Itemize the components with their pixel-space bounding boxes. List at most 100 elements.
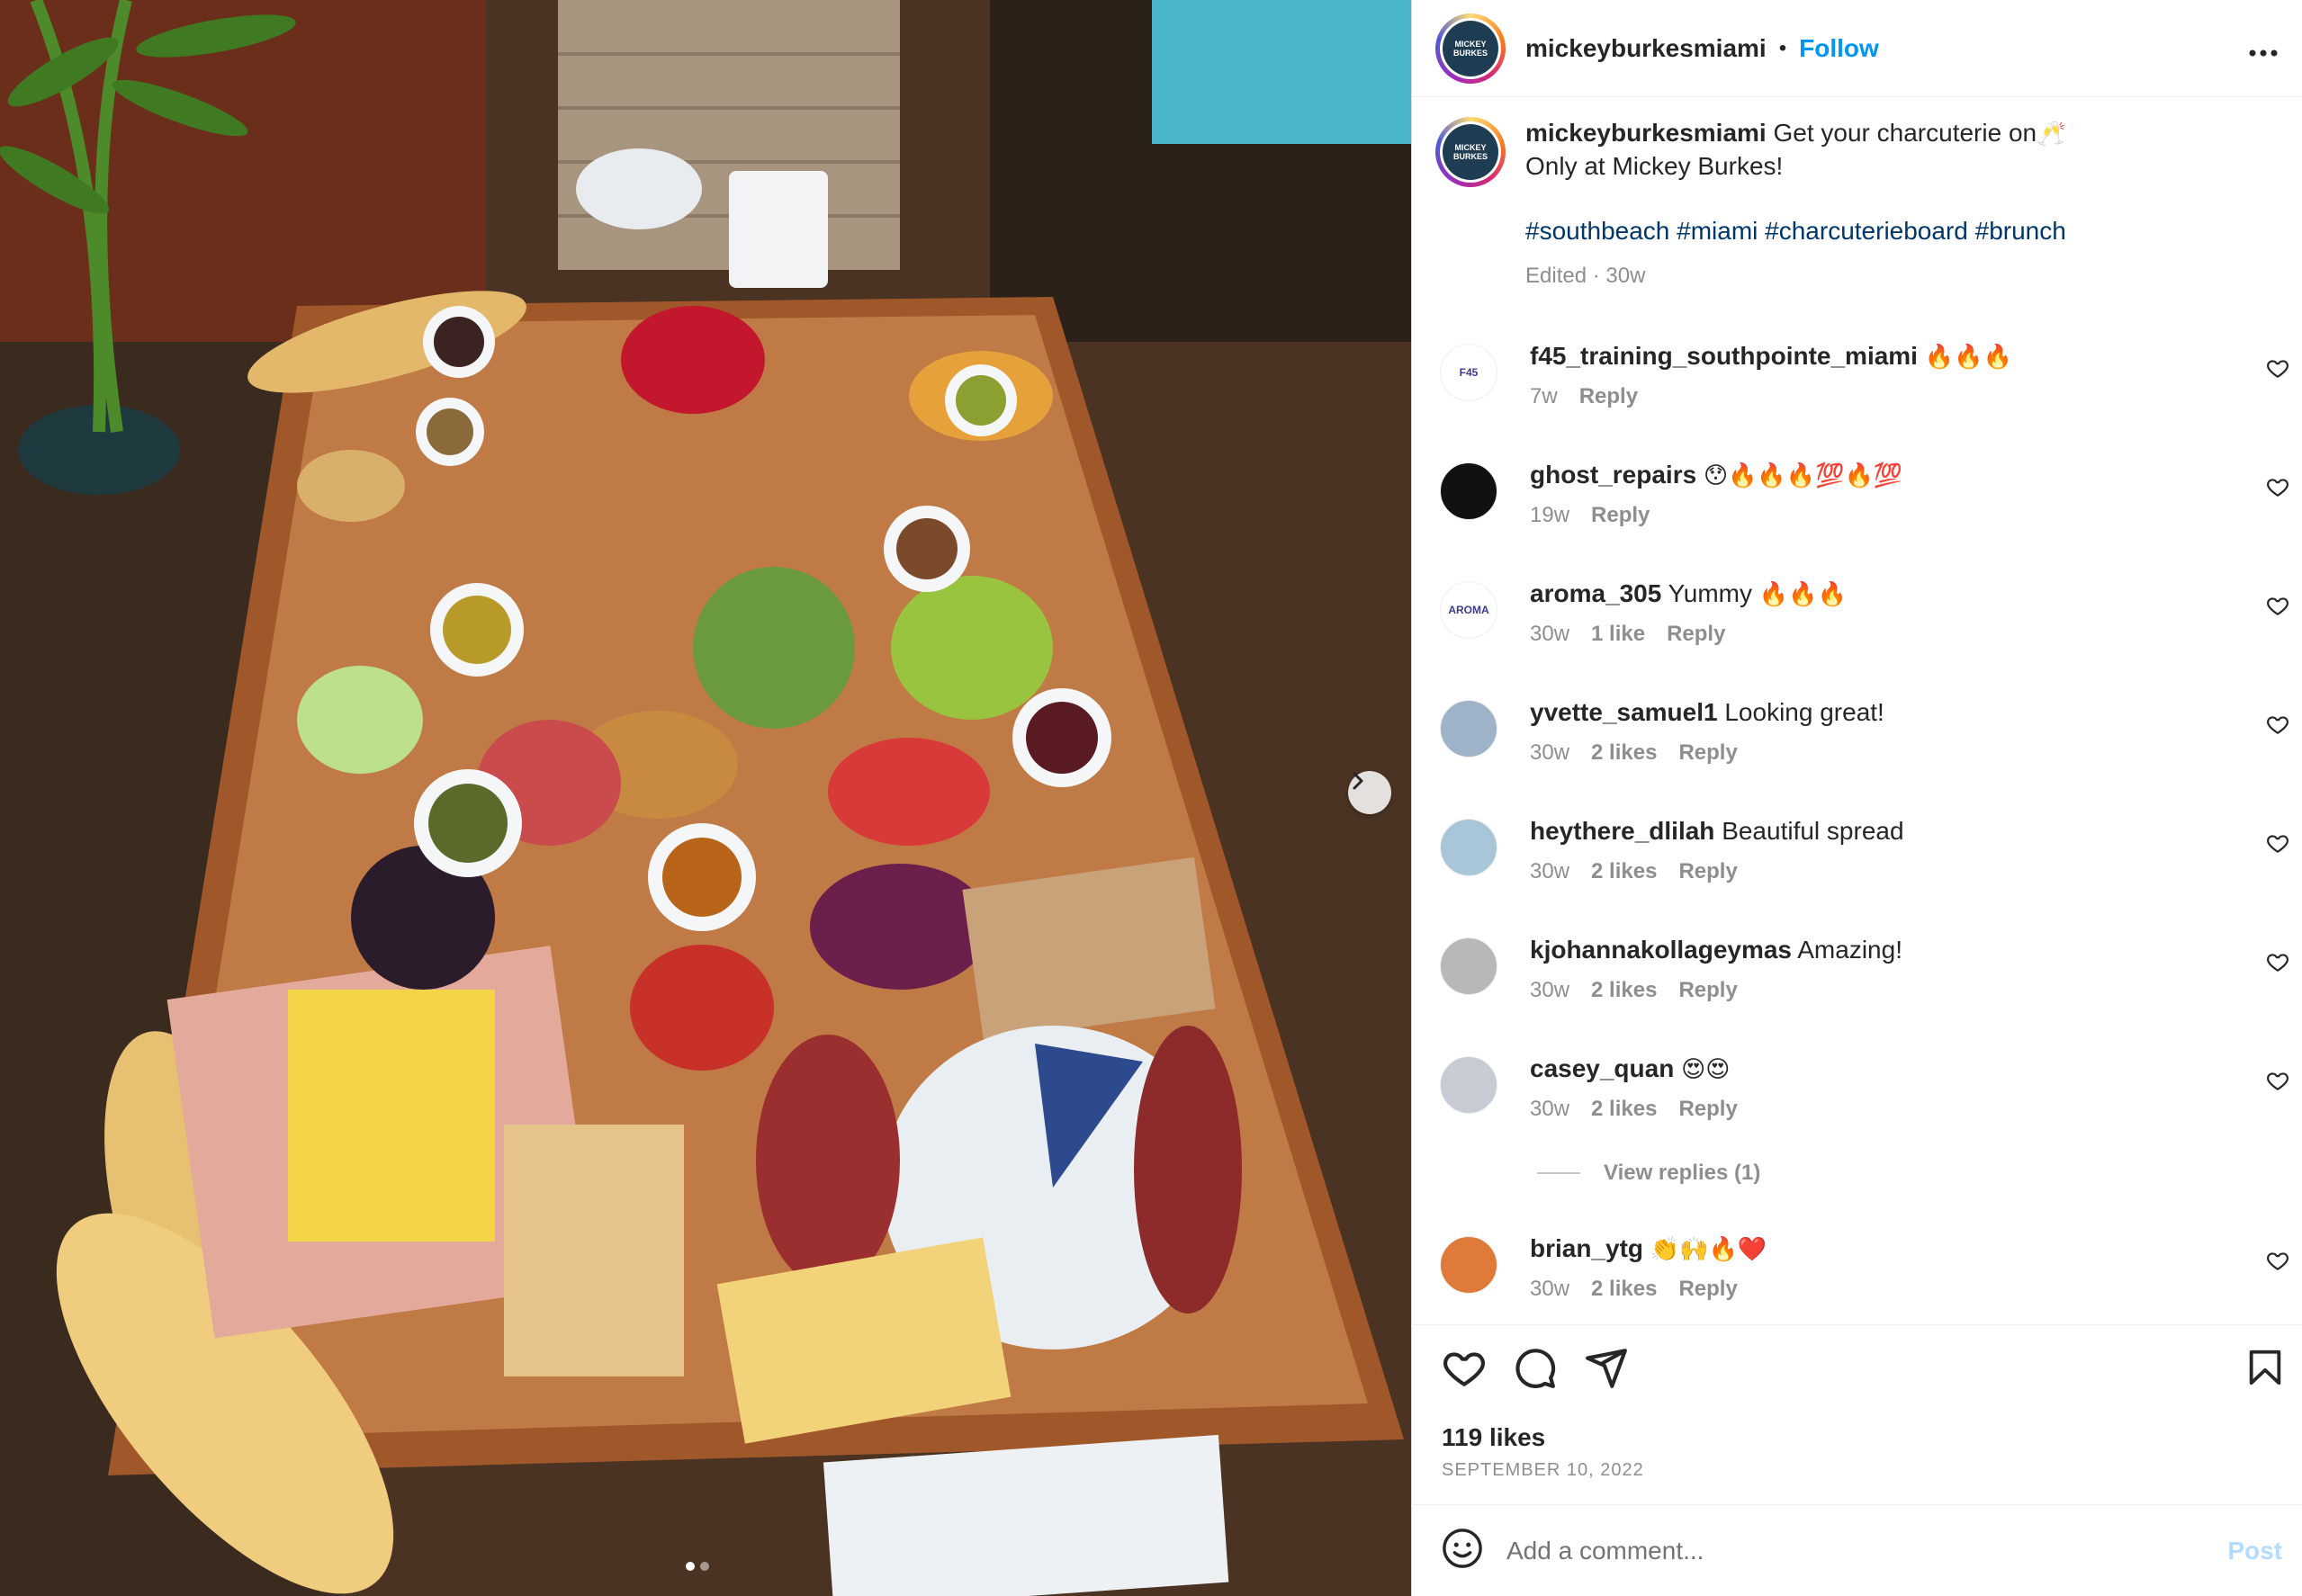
comment-reply-button[interactable]: Reply (1678, 859, 1737, 884)
heart-icon (2267, 835, 2289, 854)
comment-like-button[interactable] (2266, 475, 2289, 503)
carousel-next-button[interactable] (1348, 771, 1391, 814)
post-date: SEPTEMBER 10, 2022 (1442, 1460, 1644, 1480)
commenter-avatar[interactable] (1440, 1236, 1497, 1294)
comment-username[interactable]: heythere_dlilah (1530, 817, 1714, 845)
comment-like-button[interactable] (2266, 594, 2289, 622)
comment-row: F45 f45_training_southpointe_miami 🔥🔥🔥 7w R… (1434, 340, 2289, 409)
comment-time[interactable]: 30w (1530, 740, 1569, 766)
heart-icon (2267, 597, 2289, 616)
post-photo[interactable] (0, 0, 1411, 1596)
commenter-avatar[interactable] (1440, 700, 1497, 758)
comment-row: heythere_dlilah Beautiful spread 30w 2 li… (1434, 815, 2289, 884)
comment-reply-button[interactable]: Reply (1678, 1097, 1737, 1122)
share-button[interactable] (1584, 1345, 1629, 1394)
heart-icon (2267, 1252, 2289, 1271)
commenter-avatar[interactable] (1440, 937, 1497, 995)
avatar: MICKEY BURKES (1443, 124, 1498, 180)
comment-button[interactable] (1512, 1345, 1557, 1394)
comment-likes[interactable]: 1 like (1591, 622, 1645, 647)
likes-count[interactable]: 119 likes (1442, 1423, 1545, 1452)
heart-icon (1443, 1352, 1485, 1386)
comment-username[interactable]: yvette_samuel1 (1530, 698, 1718, 726)
emoji-button[interactable] (1442, 1528, 1483, 1574)
comment-time[interactable]: 30w (1530, 978, 1569, 1003)
comment-username[interactable]: aroma_305 (1530, 579, 1661, 607)
comment-row: brian_ytg 👏🙌🔥❤️ 30w 2 likes Reply (1434, 1233, 2289, 1302)
comment-time[interactable]: 7w (1530, 384, 1558, 409)
comment-row: yvette_samuel1 Looking great! 30w 2 likes… (1434, 696, 2289, 766)
comment-like-button[interactable] (2266, 950, 2289, 978)
comment-time[interactable]: 30w (1530, 1277, 1569, 1302)
more-horizontal-icon (2249, 49, 2278, 57)
share-icon (1586, 1349, 1627, 1388)
comment-like-button[interactable] (2266, 713, 2289, 740)
comment-reply-button[interactable]: Reply (1579, 384, 1638, 409)
comment-likes[interactable]: 2 likes (1591, 1277, 1657, 1302)
commenter-avatar[interactable] (1440, 819, 1497, 876)
commenter-avatar[interactable] (1440, 1056, 1497, 1114)
charcuterie-board-image (0, 0, 1411, 1596)
comment-username[interactable]: brian_ytg (1530, 1234, 1643, 1262)
avatar: MICKEY BURKES (1443, 20, 1498, 76)
caption-avatar-ring[interactable]: MICKEY BURKES (1435, 117, 1506, 187)
comment-time[interactable]: 30w (1530, 1097, 1569, 1122)
heart-icon (2267, 1072, 2289, 1091)
comment-time[interactable]: 30w (1530, 622, 1569, 647)
commenter-avatar[interactable]: AROMA (1440, 581, 1497, 639)
post-caption: MICKEY BURKES mickeyburkesmiami Get your… (1435, 117, 2281, 292)
comment-reply-button[interactable]: Reply (1678, 978, 1737, 1003)
like-button[interactable] (1442, 1345, 1487, 1394)
comment-likes[interactable]: 2 likes (1591, 978, 1657, 1003)
comment-likes[interactable]: 2 likes (1591, 1097, 1657, 1122)
comment-username[interactable]: f45_training_southpointe_miami (1530, 342, 1918, 370)
commenter-avatar-label: AROMA (1448, 604, 1489, 616)
replies-divider (1537, 1172, 1580, 1174)
comment-emoji: 👏🙌🔥❤️ (1650, 1236, 1767, 1263)
avatar-logo-text: MICKEY BURKES (1452, 39, 1488, 58)
bookmark-icon (2249, 1349, 2281, 1385)
comment-time[interactable]: 19w (1530, 503, 1569, 528)
comment-like-button[interactable] (2266, 1069, 2289, 1097)
comment-text: Looking great! (1724, 698, 1884, 726)
save-button[interactable] (2244, 1345, 2286, 1394)
comment-row: kjohannakollageymas Amazing! 30w 2 likes R… (1434, 934, 2289, 1003)
comment-reply-button[interactable]: Reply (1678, 740, 1737, 766)
comment-username[interactable]: ghost_repairs (1530, 461, 1696, 489)
add-comment-bar: Post (1411, 1504, 2302, 1596)
comment-row: AROMA aroma_305 Yummy 🔥🔥🔥 30w 1 like Reply (1434, 578, 2289, 647)
chevron-right-icon (1353, 772, 1363, 790)
comment-username[interactable]: kjohannakollageymas (1530, 936, 1792, 964)
comment-likes[interactable]: 2 likes (1591, 859, 1657, 884)
follow-button[interactable]: Follow (1799, 34, 1879, 63)
more-options-button[interactable] (2249, 27, 2278, 63)
comment-likes[interactable]: 2 likes (1591, 740, 1657, 766)
comment-text: Beautiful spread (1722, 817, 1904, 845)
comment-reply-button[interactable]: Reply (1591, 503, 1650, 528)
comment-time[interactable]: 30w (1530, 859, 1569, 884)
comment-input[interactable] (1506, 1536, 2190, 1565)
profile-avatar-ring[interactable]: MICKEY BURKES (1435, 13, 1506, 84)
caption-emoji: 🥂 (2037, 121, 2066, 148)
post-username[interactable]: mickeyburkesmiami (1525, 34, 1767, 63)
caption-username[interactable]: mickeyburkesmiami (1525, 119, 1767, 147)
commenter-avatar-label: F45 (1459, 366, 1479, 379)
comment-like-button[interactable] (2266, 831, 2289, 859)
comment-username[interactable]: casey_quan (1530, 1054, 1674, 1082)
post-actions-bar (1411, 1324, 2302, 1414)
comment-reply-button[interactable]: Reply (1678, 1277, 1737, 1302)
view-replies[interactable]: View replies (1) (1537, 1161, 1760, 1186)
commenter-avatar[interactable] (1440, 462, 1497, 520)
view-replies-link[interactable]: View replies (1) (1604, 1161, 1760, 1186)
comment-text: Amazing! (1797, 936, 1902, 964)
commenter-avatar[interactable]: F45 (1440, 344, 1497, 401)
comment-like-button[interactable] (2266, 1249, 2289, 1277)
carousel-dot-active (686, 1562, 695, 1571)
post-comment-button[interactable]: Post (2227, 1537, 2282, 1565)
caption-hashtags[interactable]: #southbeach #miami #charcuterieboard #br… (1525, 215, 2066, 247)
comment-reply-button[interactable]: Reply (1667, 622, 1725, 647)
header-separator: • (1778, 35, 1787, 60)
comment-like-button[interactable] (2266, 356, 2289, 384)
heart-icon (2267, 716, 2289, 735)
carousel-dot (700, 1562, 709, 1571)
